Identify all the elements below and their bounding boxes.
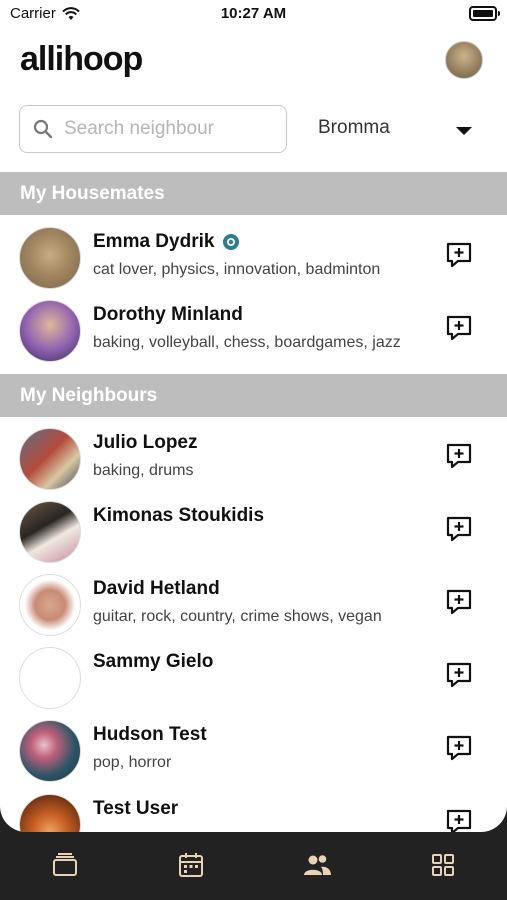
person-name: Kimonas Stoukidis: [93, 505, 265, 526]
section-header-neighbours: My Neighbours: [0, 374, 507, 417]
section-header-housemates: My Housemates: [0, 172, 507, 215]
area-selected-label: Bromma: [318, 117, 390, 138]
start-chat-button[interactable]: [445, 515, 473, 543]
add-message-icon: [446, 516, 472, 542]
avatar: [19, 647, 81, 709]
avatar: [19, 300, 81, 362]
list-item[interactable]: Sammy Gielo: [0, 647, 507, 720]
person-name-row: David Hetland: [93, 578, 220, 600]
people-icon: [304, 855, 331, 875]
add-message-icon: [446, 809, 472, 832]
avatar: [19, 227, 81, 289]
chevron-down-icon: [456, 127, 472, 135]
add-message-icon: [446, 735, 472, 761]
grid-icon: [432, 854, 454, 876]
area-dropdown[interactable]: Bromma: [318, 117, 478, 147]
status-bar: Carrier 10:27 AM: [0, 0, 507, 30]
add-message-icon: [446, 242, 472, 268]
tab-calendar[interactable]: [176, 850, 206, 880]
person-interests: baking, drums: [93, 462, 194, 479]
list-item[interactable]: Julio Lopez baking, drums: [0, 428, 507, 501]
person-name: Emma Dydrik: [93, 231, 215, 252]
avatar: [19, 720, 81, 782]
start-chat-button[interactable]: [445, 808, 473, 832]
person-name-row: Emma Dydrik: [93, 231, 240, 253]
person-name-row: Kimonas Stoukidis: [93, 505, 264, 527]
list-item[interactable]: Hudson Test pop, horror: [0, 720, 507, 793]
avatar: [19, 794, 81, 832]
list-item[interactable]: Test User: [0, 794, 507, 832]
start-chat-button[interactable]: [445, 241, 473, 269]
person-name: Sammy Gielo: [93, 651, 214, 672]
person-interests: cat lover, physics, innovation, badminto…: [93, 261, 381, 278]
tab-feed[interactable]: [50, 850, 80, 880]
tab-bar: [0, 832, 507, 900]
add-message-icon: [446, 315, 472, 341]
person-name: Hudson Test: [93, 724, 207, 745]
tab-neighbours[interactable]: [302, 850, 332, 880]
list-item[interactable]: Dorothy Minland baking, volleyball, ches…: [0, 300, 507, 373]
add-message-icon: [446, 662, 472, 688]
person-name-row: Sammy Gielo: [93, 651, 213, 673]
person-name: Test User: [93, 798, 179, 819]
start-chat-button[interactable]: [445, 442, 473, 470]
list-item[interactable]: Kimonas Stoukidis: [0, 501, 507, 574]
calendar-icon: [179, 853, 203, 877]
person-interests: baking, volleyball, chess, boardgames, j…: [93, 334, 401, 351]
person-name: Julio Lopez: [93, 432, 198, 453]
person-name: Dorothy Minland: [93, 304, 243, 325]
search-input[interactable]: [64, 118, 274, 140]
person-interests: pop, horror: [93, 754, 172, 771]
list-item[interactable]: David Hetland guitar, rock, country, cri…: [0, 574, 507, 647]
avatar: [19, 501, 81, 563]
cards-icon: [53, 853, 77, 876]
list-item[interactable]: Emma Dydrik cat lover, physics, innovati…: [0, 227, 507, 300]
person-name: David Hetland: [93, 578, 220, 599]
verified-badge-icon: [223, 234, 240, 250]
status-time: 10:27 AM: [220, 5, 287, 22]
person-name-row: Dorothy Minland: [93, 304, 243, 326]
start-chat-button[interactable]: [445, 588, 473, 616]
search-icon: [33, 119, 53, 139]
person-interests: guitar, rock, country, crime shows, vega…: [93, 608, 382, 625]
start-chat-button[interactable]: [445, 734, 473, 762]
app-logo: allihoop: [20, 40, 143, 78]
person-name-row: Hudson Test: [93, 724, 207, 746]
app-screen: Carrier 10:27 AM allihoop Bromma My Hous…: [0, 0, 507, 832]
tab-more[interactable]: [428, 850, 458, 880]
person-name-row: Test User: [93, 798, 178, 820]
start-chat-button[interactable]: [445, 661, 473, 689]
avatar: [19, 574, 81, 636]
person-name-row: Julio Lopez: [93, 432, 198, 454]
start-chat-button[interactable]: [445, 314, 473, 342]
battery-icon: [469, 6, 500, 21]
profile-avatar[interactable]: [445, 41, 483, 79]
avatar: [19, 428, 81, 490]
add-message-icon: [446, 443, 472, 469]
add-message-icon: [446, 589, 472, 615]
search-box[interactable]: [19, 105, 287, 153]
